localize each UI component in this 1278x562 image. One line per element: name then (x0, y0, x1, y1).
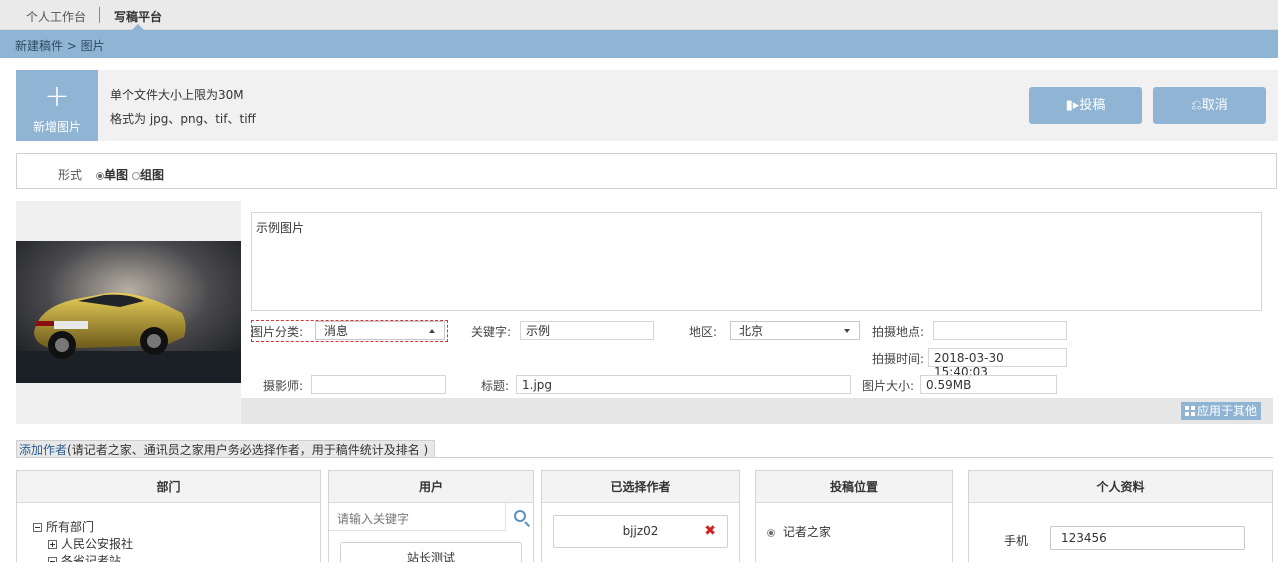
breadcrumb-bar: 新建稿件 > 图片 (0, 30, 1278, 58)
add-author-note: (请记者之家、通讯员之家用户务必选择作者，用于稿件统计及排名 ) (67, 443, 429, 457)
image-description-textarea[interactable]: 示例图片 (251, 212, 1262, 311)
selected-authors-panel: 已选择作者 bjjz02 ✖ (541, 470, 740, 562)
submit-button[interactable]: ▮▸投稿 (1029, 87, 1142, 124)
tree-item-police-newspaper[interactable]: 人民公安报社 (48, 535, 133, 552)
remove-icon[interactable]: ✖ (704, 516, 716, 547)
form-type-single-label: 单图 (104, 168, 129, 182)
submit-label: 投稿 (1079, 98, 1106, 113)
region-value: 北京 (739, 324, 764, 338)
category-select[interactable]: 消息 (315, 321, 445, 340)
add-author-link[interactable]: 添加作者 (19, 443, 67, 457)
grid-icon (1184, 406, 1195, 416)
apply-to-others-label: 应用于其他 (1196, 404, 1257, 418)
user-header: 用户 (329, 471, 533, 503)
form-type-single[interactable]: 单图 (96, 166, 128, 183)
selected-author-name: bjjz02 (622, 524, 659, 538)
title-input[interactable]: 1.jpg (516, 375, 851, 394)
keyword-input[interactable]: 示例 (520, 321, 654, 340)
cancel-label: 取消 (1201, 98, 1228, 113)
form-type-group[interactable]: 组图 (132, 166, 164, 183)
cancel-icon: ⎌ (1191, 98, 1202, 113)
image-size-label: 图片大小: (862, 379, 915, 393)
location-input[interactable] (933, 321, 1067, 340)
selected-authors-header: 已选择作者 (542, 471, 739, 503)
tree-item-all-departments[interactable]: 所有部门 (33, 518, 94, 535)
nav-separator (99, 7, 100, 23)
divider (16, 457, 1273, 458)
form-type-group-label: 组图 (140, 168, 165, 182)
location-label: 拍摄地点: (872, 325, 925, 339)
caret-down-icon (844, 329, 850, 333)
user-list-item[interactable]: 站长测试 (340, 542, 522, 562)
upload-panel: + 新增图片 单个文件大小上限为30M 格式为 jpg、png、tif、tiff… (16, 70, 1278, 141)
profile-panel: 个人资料 手机 123456 (968, 470, 1273, 562)
apply-to-others-button[interactable]: 应用于其他 (1180, 402, 1261, 420)
add-author-tab: 添加作者(请记者之家、通讯员之家用户务必选择作者，用于稿件统计及排名 ) (16, 440, 436, 458)
position-option-journalist-home[interactable]: 记者之家 (767, 523, 831, 540)
car-photo-icon (16, 241, 241, 383)
keyword-label: 关键字: (471, 325, 512, 339)
breadcrumb: 新建稿件 > 图片 (15, 39, 105, 53)
submit-position-panel: 投稿位置 记者之家 (755, 470, 953, 562)
image-item: 示例图片 图片分类: 消息 关键字: 示例 地区: 北京 拍摄地点: 拍摄时间:… (16, 201, 1273, 424)
radio-single[interactable] (96, 171, 104, 180)
photographer-label: 摄影师: (263, 379, 304, 393)
nav-personal-workspace[interactable]: 个人工作台 (26, 8, 86, 25)
form-type-row: 形式 单图 组图 (16, 153, 1277, 189)
photographer-input[interactable] (311, 375, 446, 394)
upload-size-hint: 单个文件大小上限为30M (110, 88, 244, 102)
submit-icon: ▮▸ (1065, 98, 1080, 113)
title-label: 标题: (481, 379, 510, 393)
apply-bar: 应用于其他 (241, 398, 1273, 424)
radio-group[interactable] (132, 171, 140, 180)
nav-writing-platform[interactable]: 写稿平台 (114, 8, 162, 25)
user-panel: 用户 请输入关键字 站长测试 (328, 470, 534, 562)
category-label: 图片分类: (251, 325, 304, 339)
tree-label: 各省记者站 (61, 554, 122, 562)
radio-position[interactable] (767, 528, 775, 537)
department-header: 部门 (17, 471, 320, 503)
selected-author-chip: bjjz02 ✖ (553, 515, 728, 548)
form-type-label: 形式 (58, 168, 83, 182)
shooting-time-label: 拍摄时间: (872, 352, 925, 366)
tree-label: 人民公安报社 (61, 537, 134, 551)
image-detail-form: 示例图片 图片分类: 消息 关键字: 示例 地区: 北京 拍摄地点: 拍摄时间:… (241, 201, 1273, 398)
image-thumbnail[interactable] (16, 241, 241, 383)
submit-position-header: 投稿位置 (756, 471, 952, 503)
collapse-icon[interactable] (48, 557, 57, 562)
caret-up-icon (429, 329, 435, 333)
collapse-icon[interactable] (33, 523, 42, 532)
shooting-time-input[interactable]: 2018-03-30 15:40:03 (928, 348, 1067, 379)
user-search-input[interactable]: 请输入关键字 (329, 503, 506, 531)
add-image-button[interactable]: + 新增图片 (16, 70, 98, 141)
phone-label: 手机 (1004, 534, 1029, 548)
tree-label: 所有部门 (46, 520, 95, 534)
department-panel: 部门 所有部门 人民公安报社 各省记者站 (16, 470, 321, 562)
plus-icon: + (44, 79, 70, 114)
image-size-input: 0.59MB (920, 375, 1057, 394)
region-label: 地区: (689, 325, 718, 339)
position-option-label: 记者之家 (782, 525, 831, 539)
add-image-label: 新增图片 (32, 120, 81, 134)
expand-icon[interactable] (48, 540, 57, 549)
cancel-button[interactable]: ⎌取消 (1153, 87, 1266, 124)
category-value: 消息 (324, 324, 349, 338)
tree-item-provincial-stations[interactable]: 各省记者站 (48, 552, 121, 562)
phone-input[interactable]: 123456 (1050, 526, 1245, 550)
profile-header: 个人资料 (969, 471, 1272, 503)
upload-format-hint: 格式为 jpg、png、tif、tiff (110, 112, 256, 126)
top-navigation: 个人工作台 写稿平台 (0, 0, 1278, 30)
search-icon[interactable] (514, 510, 526, 522)
region-select[interactable]: 北京 (730, 321, 860, 340)
